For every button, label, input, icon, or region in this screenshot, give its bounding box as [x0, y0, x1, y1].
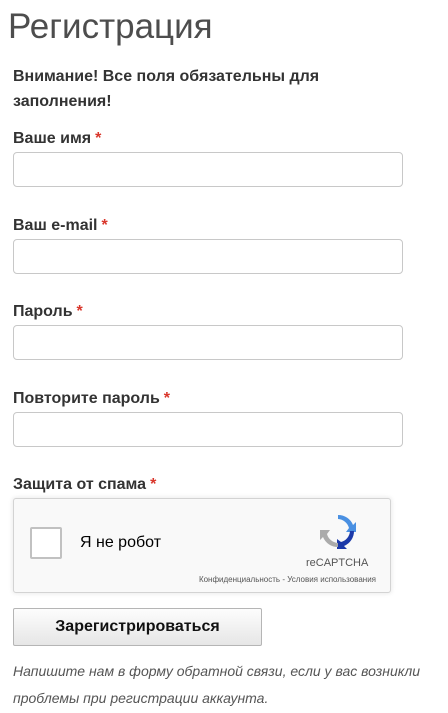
page-title: Регистрация	[8, 7, 213, 46]
required-asterisk: *	[76, 303, 83, 320]
email-input[interactable]	[13, 239, 403, 274]
repeat-password-input[interactable]	[13, 412, 403, 447]
repeat-password-label-text: Повторите пароль	[13, 390, 160, 407]
required-asterisk: *	[95, 130, 102, 147]
spam-protection-label-text: Защита от спама	[13, 476, 147, 493]
repeat-password-label: Повторите пароль *	[13, 389, 170, 409]
register-button[interactable]: Зарегистрироваться	[13, 608, 262, 646]
help-note: Напишите нам в форму обратной связи, есл…	[13, 663, 421, 706]
recaptcha-widget: Я не робот reCAPTCHA Конфиденциальность …	[13, 498, 391, 593]
email-label-text: Ваш e-mail	[13, 217, 98, 234]
password-input[interactable]	[13, 325, 403, 360]
password-label: Пароль *	[13, 302, 83, 322]
required-notice: Внимание! Все поля обязательны для запол…	[13, 68, 320, 110]
password-label-text: Пароль	[13, 303, 73, 320]
required-asterisk: *	[163, 390, 171, 407]
recaptcha-checkbox[interactable]	[30, 527, 62, 559]
required-asterisk: *	[150, 476, 157, 493]
recaptcha-terms-link[interactable]: Условия использования	[287, 575, 376, 584]
name-label: Ваше имя *	[13, 129, 101, 149]
spam-protection-label: Защита от спама *	[13, 475, 156, 495]
email-label: Ваш e-mail *	[13, 216, 108, 236]
registration-page: Регистрация Внимание! Все поля обязатель…	[0, 0, 448, 713]
name-label-text: Ваше имя	[13, 130, 92, 147]
name-input[interactable]	[13, 152, 403, 187]
recaptcha-privacy-link[interactable]: Конфиденциальность	[199, 575, 280, 584]
recaptcha-links: Конфиденциальность - Условия использован…	[199, 575, 376, 584]
recaptcha-brand: reCAPTCHA	[306, 557, 369, 569]
recaptcha-checkbox-label: Я не робот	[80, 534, 162, 551]
recaptcha-logo-icon	[320, 514, 356, 549]
required-asterisk: *	[101, 217, 108, 234]
